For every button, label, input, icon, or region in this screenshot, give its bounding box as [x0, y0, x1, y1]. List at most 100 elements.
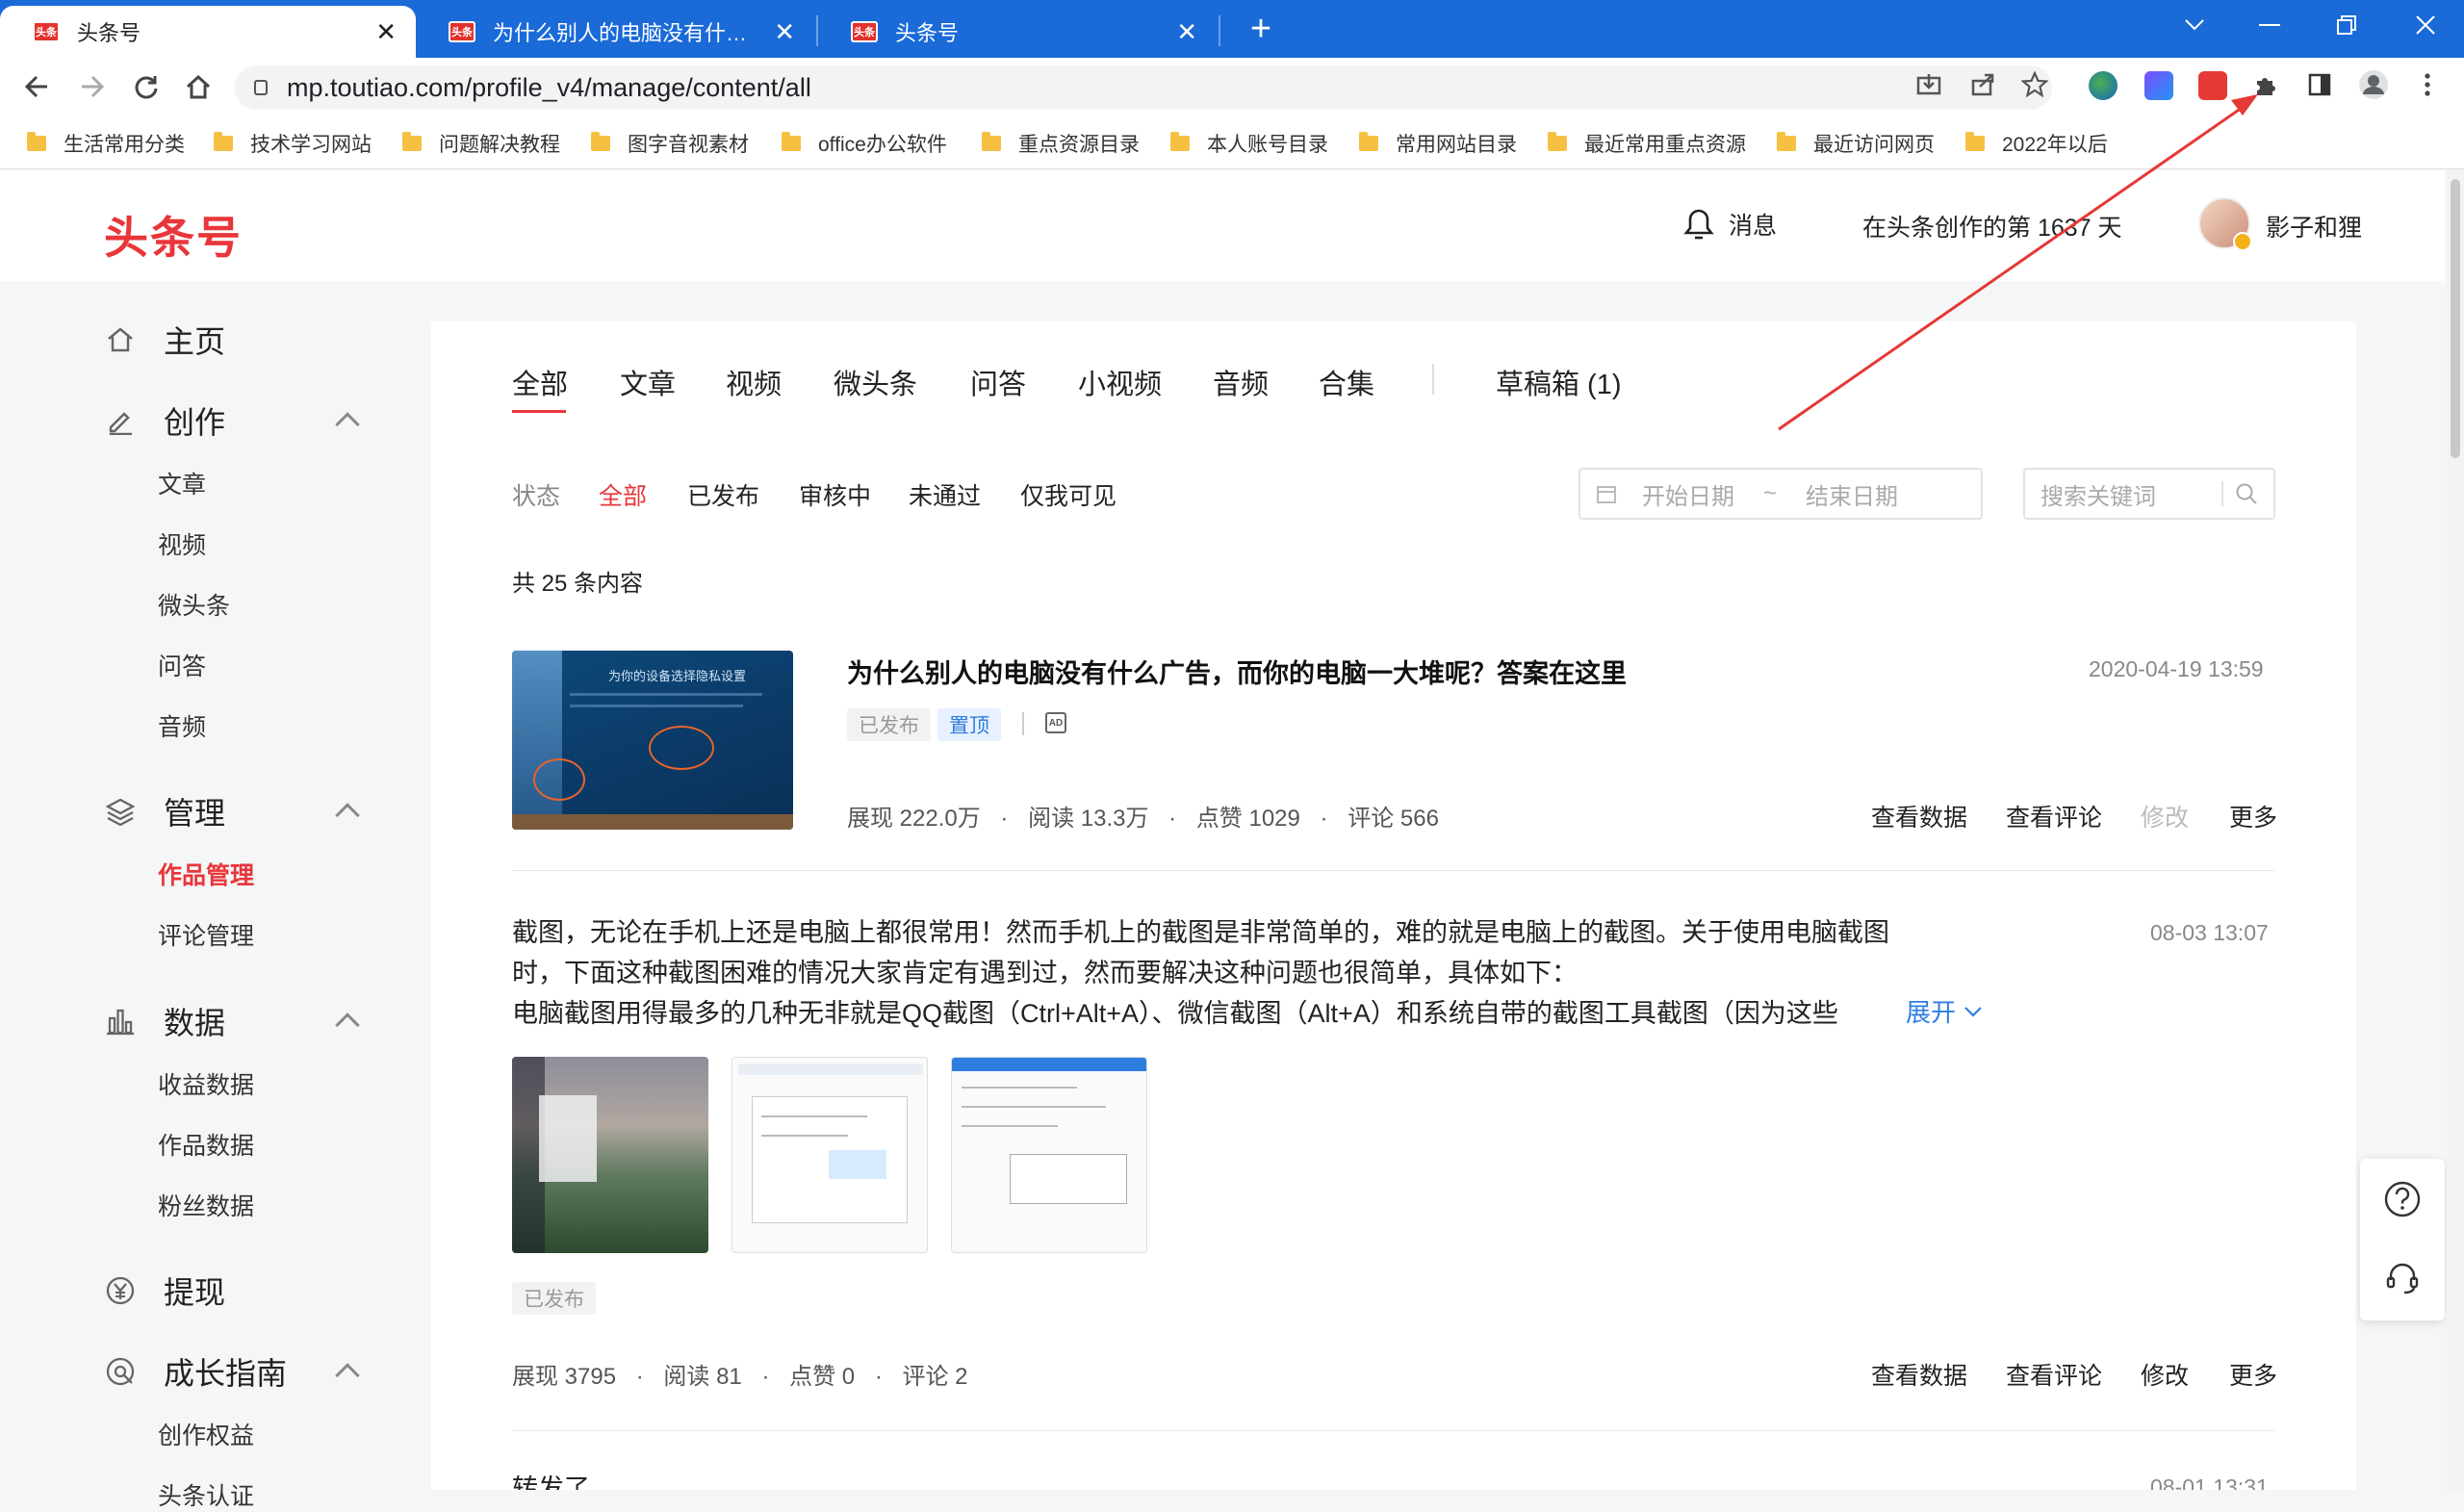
tab-micro[interactable]: 微头条 [834, 362, 917, 402]
browser-tab[interactable]: 头条 头条号 ✕ [818, 6, 1217, 58]
article-title[interactable]: 为什么别人的电脑没有什么广告，而你的电脑一大堆呢？答案在这里 [847, 653, 1627, 690]
browser-tab[interactable]: 头条 头条号 ✕ [0, 6, 416, 58]
bookmark-folder[interactable]: 图字音视素材 [591, 129, 749, 158]
sidebar-item-comments-manage[interactable]: 评论管理 [158, 917, 254, 952]
view-data-button[interactable]: 查看数据 [1871, 1357, 1967, 1392]
scrollbar-thumb[interactable] [2451, 179, 2460, 458]
sidebar-section-manage[interactable]: 管理 [104, 789, 225, 833]
more-button[interactable]: 更多 [2229, 799, 2277, 833]
post-image[interactable] [512, 1057, 708, 1253]
end-date[interactable]: 结束日期 [1806, 477, 1898, 511]
sidebar-item-article[interactable]: 文章 [158, 466, 206, 500]
toutiao-logo[interactable]: 头条号 [104, 203, 243, 267]
tab-search-icon[interactable] [2166, 6, 2223, 44]
view-comments-button[interactable]: 查看评论 [2006, 1357, 2102, 1392]
extensions-puzzle-icon[interactable] [2246, 65, 2285, 104]
tab-drafts[interactable]: 草稿箱 (1) [1496, 362, 1622, 402]
back-icon[interactable] [15, 65, 58, 108]
post-text[interactable]: 截图，无论在手机上还是电脑上都很常用！然而手机上的截图是非常简单的，难的就是电脑… [512, 912, 2004, 1034]
article-thumbnail[interactable]: 为你的设备选择隐私设置 [512, 651, 793, 830]
sidebar-item-video[interactable]: 视频 [158, 526, 206, 561]
tab-collection[interactable]: 合集 [1319, 362, 1374, 402]
bookmark-folder[interactable]: 重点资源目录 [982, 129, 1140, 158]
close-tab-icon[interactable]: ✕ [1176, 17, 1197, 47]
bookmark-folder[interactable]: 常用网站目录 [1359, 129, 1517, 158]
bookmark-star-icon[interactable] [2015, 65, 2054, 104]
chevron-up-icon[interactable] [335, 1363, 360, 1388]
red-extension-icon[interactable] [2198, 71, 2227, 100]
filter-all[interactable]: 全部 [599, 477, 647, 512]
filter-rejected[interactable]: 未通过 [909, 477, 981, 512]
sidebar-item-micro[interactable]: 微头条 [158, 587, 230, 622]
username[interactable]: 影子和狸 [2266, 209, 2362, 243]
sidebar-section-growth[interactable]: 成长指南 [104, 1349, 287, 1394]
address-bar[interactable]: mp.toutiao.com/profile_v4/manage/content… [235, 65, 2052, 110]
customer-service-icon[interactable] [2383, 1259, 2422, 1302]
date-range-picker[interactable]: 开始日期 ~ 结束日期 [1578, 468, 1983, 520]
help-icon[interactable] [2383, 1180, 2422, 1223]
view-data-button[interactable]: 查看数据 [1871, 799, 1967, 833]
home-icon[interactable] [177, 65, 219, 108]
side-panel-icon[interactable] [2300, 65, 2339, 104]
expand-link[interactable]: 展开 [1900, 993, 1984, 1029]
globe-extension-icon[interactable] [2089, 71, 2118, 100]
profile-icon[interactable] [2354, 65, 2393, 104]
bookmark-folder[interactable]: 问题解决教程 [402, 129, 560, 158]
share-icon[interactable] [1964, 65, 2002, 104]
messages-link[interactable]: 消息 [1682, 207, 1777, 242]
filter-reviewing[interactable]: 审核中 [799, 477, 871, 512]
chevron-up-icon[interactable] [335, 803, 360, 828]
filter-published[interactable]: 已发布 [687, 477, 759, 512]
bookmark-folder[interactable]: 生活常用分类 [27, 129, 185, 158]
sidebar-section-data[interactable]: 数据 [104, 999, 225, 1043]
install-app-icon[interactable] [1910, 65, 1948, 104]
forward-icon[interactable] [71, 65, 114, 108]
sidebar-item-works-manage[interactable]: 作品管理 [158, 857, 254, 891]
browser-tab[interactable]: 头条 为什么别人的电脑没有什么广告, ✕ [416, 6, 814, 58]
new-tab-button[interactable]: + [1240, 6, 1282, 52]
bookmark-folder[interactable]: 技术学习网站 [214, 129, 372, 158]
close-tab-icon[interactable]: ✕ [375, 17, 397, 47]
sidebar-item-withdraw[interactable]: 提现 [104, 1269, 225, 1313]
search-icon[interactable] [2235, 482, 2258, 505]
bookmark-folder[interactable]: office办公软件 [782, 129, 947, 158]
reload-icon[interactable] [125, 65, 167, 108]
sidebar-item-qa[interactable]: 问答 [158, 648, 206, 682]
bookmark-folder[interactable]: 最近常用重点资源 [1548, 129, 1746, 158]
tab-article[interactable]: 文章 [620, 362, 676, 402]
bookmark-folder[interactable]: 本人账号目录 [1170, 129, 1328, 158]
sidebar-item-creator-rights[interactable]: 创作权益 [158, 1417, 254, 1451]
filter-private[interactable]: 仅我可见 [1020, 477, 1116, 512]
sidebar-item-audio[interactable]: 音频 [158, 708, 206, 743]
purple-extension-icon[interactable] [2144, 71, 2173, 100]
tab-audio[interactable]: 音频 [1213, 362, 1269, 402]
post-text[interactable]: 转发了 [512, 1469, 2004, 1490]
tab-video[interactable]: 视频 [726, 362, 782, 402]
start-date[interactable]: 开始日期 [1642, 477, 1734, 511]
sidebar-item-certification[interactable]: 头条认证 [158, 1477, 254, 1512]
minimize-icon[interactable] [2241, 6, 2298, 44]
tab-all[interactable]: 全部 [512, 362, 568, 402]
close-tab-icon[interactable]: ✕ [774, 17, 795, 47]
restore-icon[interactable] [2318, 6, 2375, 44]
post-image[interactable] [951, 1057, 1147, 1253]
browser-menu-icon[interactable] [2408, 65, 2447, 104]
sidebar-section-create[interactable]: 创作 [104, 398, 225, 443]
search-input[interactable]: 搜索关键词 [2040, 477, 2221, 511]
edit-button[interactable]: 修改 [2141, 1357, 2189, 1392]
bookmark-folder[interactable]: 2022年以后 [1965, 129, 2108, 158]
sidebar-item-home[interactable]: 主页 [104, 318, 225, 362]
sidebar-item-fans-data[interactable]: 粉丝数据 [158, 1188, 254, 1222]
more-button[interactable]: 更多 [2229, 1357, 2277, 1392]
sidebar-item-revenue-data[interactable]: 收益数据 [158, 1066, 254, 1101]
bookmark-folder[interactable]: 最近访问网页 [1777, 129, 1935, 158]
view-comments-button[interactable]: 查看评论 [2006, 799, 2102, 833]
keyword-search[interactable]: 搜索关键词 [2023, 468, 2275, 520]
post-image[interactable] [732, 1057, 928, 1253]
sidebar-item-works-data[interactable]: 作品数据 [158, 1127, 254, 1162]
close-window-icon[interactable] [2397, 6, 2454, 44]
tab-qa[interactable]: 问答 [970, 362, 1026, 402]
chevron-up-icon[interactable] [335, 412, 360, 437]
tab-short-video[interactable]: 小视频 [1078, 362, 1162, 402]
chevron-up-icon[interactable] [335, 1012, 360, 1038]
